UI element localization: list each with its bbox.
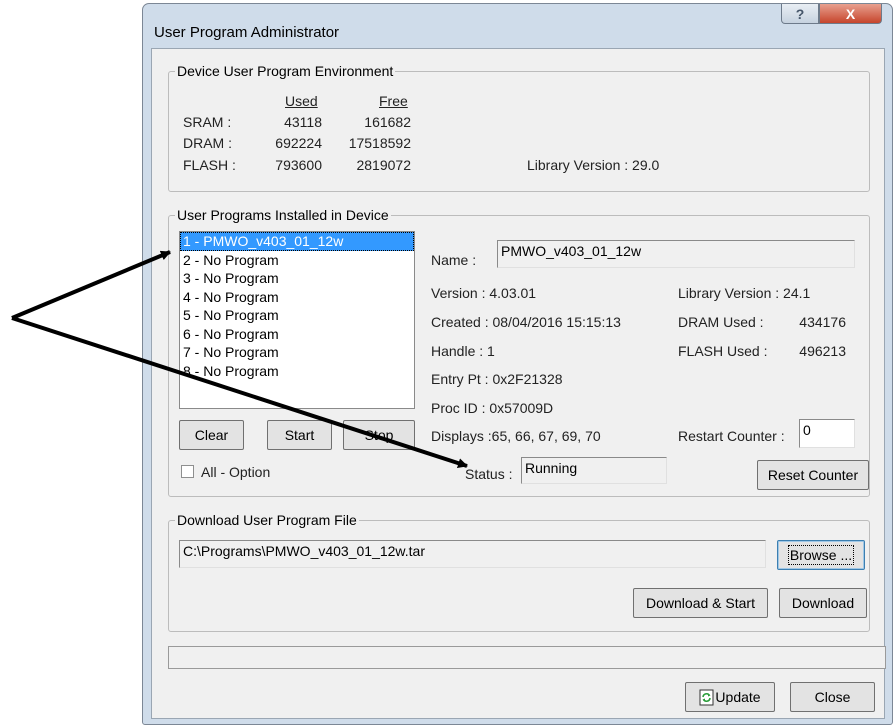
close-button[interactable]: Close — [790, 682, 875, 712]
window-title: User Program Administrator — [154, 24, 340, 41]
dram-used-label: DRAM Used : — [678, 314, 764, 330]
program-list-item[interactable]: 2 - No Program — [180, 251, 414, 270]
handle-text: Handle : 1 — [431, 343, 495, 359]
program-list-item[interactable]: 5 - No Program — [180, 306, 414, 325]
program-list-item[interactable]: 6 - No Program — [180, 325, 414, 344]
dram-free: 17518592 — [348, 135, 411, 151]
program-listbox[interactable]: 1 - PMWO_v403_01_12w 2 - No Program 3 - No… — [179, 231, 415, 409]
reset-counter-button[interactable]: Reset Counter — [757, 460, 869, 490]
file-path-field[interactable]: C:\Programs\PMWO_v403_01_12w.tar — [179, 540, 766, 568]
window-close-button[interactable]: X — [819, 4, 882, 24]
status-field[interactable]: Running — [521, 457, 667, 484]
dialog-client-area: Device User Program Environment Used Fre… — [151, 48, 886, 719]
name-label: Name : — [431, 252, 477, 268]
free-column-header: Free — [379, 93, 408, 109]
browse-button-label: Browse ... — [787, 545, 855, 565]
program-list-item[interactable]: 3 - No Program — [180, 269, 414, 288]
download-button-label: Download — [791, 595, 855, 611]
dram-label: DRAM : — [183, 135, 232, 151]
help-icon: ? — [795, 5, 805, 22]
env-library-version: Library Version : 29.0 — [527, 157, 660, 173]
reset-counter-button-label: Reset Counter — [767, 467, 859, 483]
program-list-item[interactable]: 4 - No Program — [180, 288, 414, 307]
browse-button[interactable]: Browse ... — [777, 540, 865, 570]
flash-label: FLASH : — [183, 157, 236, 173]
created-text: Created : 08/04/2016 15:15:13 — [431, 314, 621, 330]
download-progress-bar — [168, 646, 886, 669]
entry-point-text: Entry Pt : 0x2F21328 — [431, 371, 563, 387]
program-name-value: PMWO_v403_01_12w — [501, 243, 642, 259]
sram-free: 161682 — [364, 114, 411, 130]
stop-button-label: Stop — [364, 427, 394, 443]
restart-counter-label: Restart Counter : — [678, 428, 785, 444]
proc-id-text: Proc ID : 0x57009D — [431, 400, 554, 416]
installed-programs-group: User Programs Installed in Device 1 - PM… — [168, 207, 870, 497]
help-button[interactable]: ? — [781, 4, 819, 24]
program-name-field[interactable]: PMWO_v403_01_12w — [497, 240, 855, 268]
environment-legend: Device User Program Environment — [175, 63, 396, 79]
used-column-header: Used — [285, 93, 318, 109]
download-button[interactable]: Download — [779, 588, 867, 618]
clear-button[interactable]: Clear — [179, 420, 244, 450]
status-label: Status : — [465, 466, 513, 482]
restart-counter-value: 0 — [803, 422, 811, 438]
program-list-item[interactable]: 1 - PMWO_v403_01_12w — [180, 232, 414, 251]
dram-used-value: 434176 — [799, 314, 846, 330]
flash-used-label: FLASH Used : — [678, 343, 768, 359]
start-button[interactable]: Start — [267, 420, 332, 450]
download-and-start-button-label: Download & Start — [646, 595, 755, 611]
restart-counter-field[interactable]: 0 — [799, 419, 855, 448]
start-button-label: Start — [284, 427, 315, 443]
program-list-item[interactable]: 8 - No Program — [180, 362, 414, 381]
installed-programs-legend: User Programs Installed in Device — [175, 207, 391, 223]
all-option-label: All - Option — [201, 464, 271, 480]
program-list-item[interactable]: 7 - No Program — [180, 343, 414, 362]
status-value: Running — [525, 460, 578, 476]
dram-used: 692224 — [275, 135, 322, 151]
program-library-version: Library Version : 24.1 — [678, 285, 811, 301]
download-legend: Download User Program File — [175, 512, 359, 528]
download-group: Download User Program File C:\Programs\P… — [168, 512, 870, 632]
version-text: Version : 4.03.01 — [431, 285, 537, 301]
update-button[interactable]: Update — [685, 682, 775, 712]
all-option-checkbox[interactable] — [181, 465, 194, 478]
sram-used: 43118 — [284, 114, 322, 130]
update-icon — [699, 689, 714, 705]
environment-group: Device User Program Environment Used Fre… — [168, 63, 870, 192]
close-button-label: Close — [814, 689, 851, 705]
file-path-value: C:\Programs\PMWO_v403_01_12w.tar — [183, 543, 425, 559]
update-button-label: Update — [715, 689, 761, 705]
dialog-window: User Program Administrator ? X Device Us… — [142, 3, 893, 725]
stop-button[interactable]: Stop — [343, 420, 415, 450]
flash-free: 2819072 — [356, 157, 411, 173]
flash-used-value: 496213 — [799, 343, 846, 359]
clear-button-label: Clear — [194, 427, 229, 443]
close-icon: X — [845, 5, 856, 22]
download-and-start-button[interactable]: Download & Start — [633, 588, 768, 618]
sram-label: SRAM : — [183, 114, 232, 130]
flash-used: 793600 — [275, 157, 322, 173]
displays-text: Displays :65, 66, 67, 69, 70 — [431, 428, 601, 444]
